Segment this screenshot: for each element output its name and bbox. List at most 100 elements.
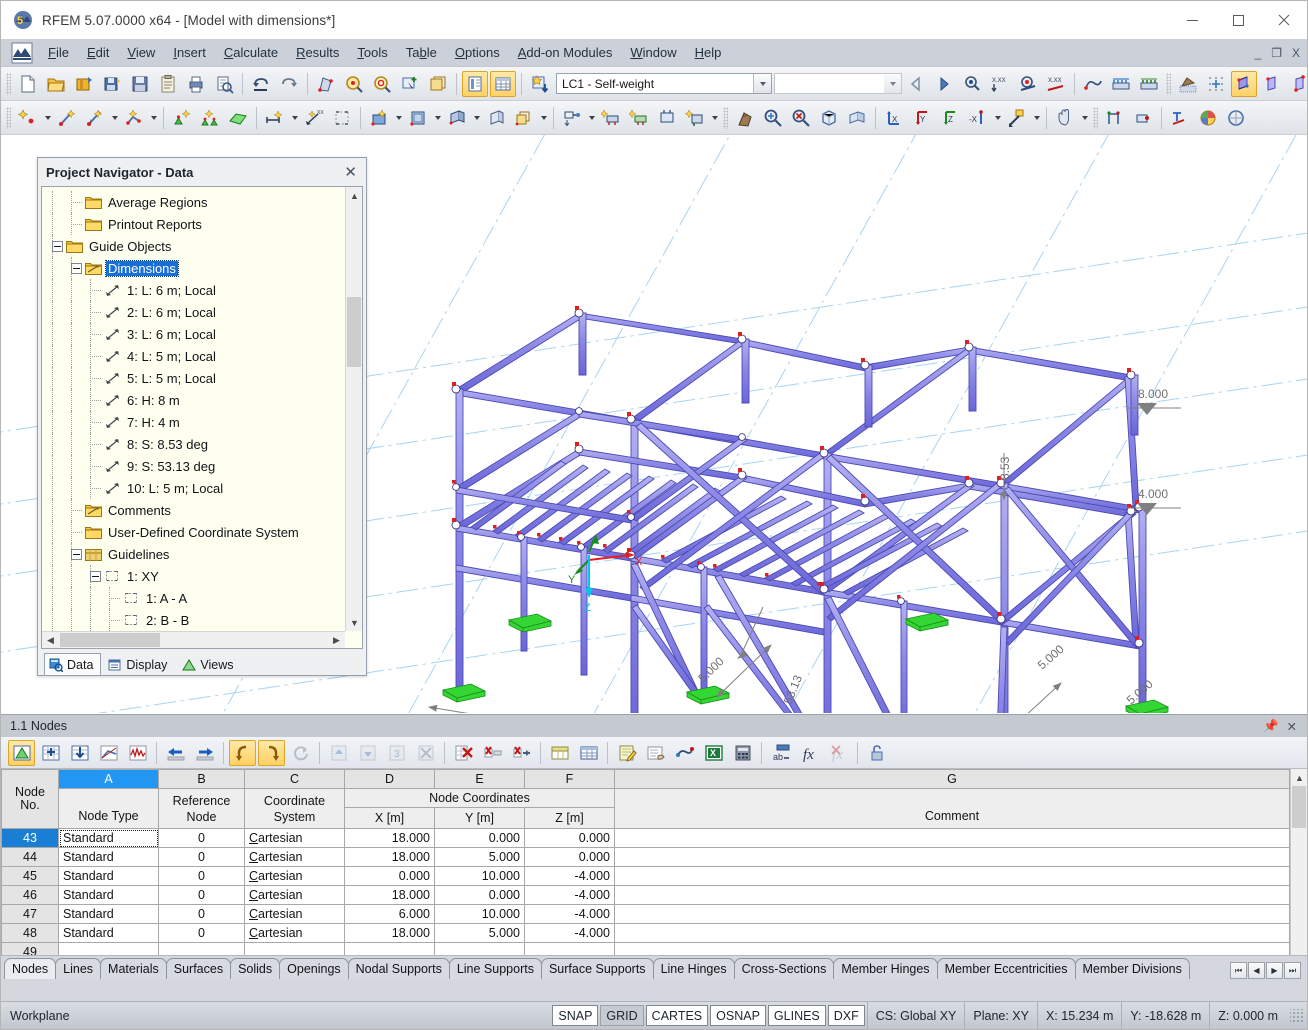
table-tab-line-hinges[interactable]: Line Hinges	[652, 958, 735, 979]
column-header-c[interactable]: C	[244, 769, 345, 789]
grid-points-icon[interactable]	[1203, 71, 1229, 97]
cell-y[interactable]: 10.000	[434, 904, 525, 924]
collapse-icon[interactable]	[90, 570, 101, 582]
cell-node-type[interactable]: Standard	[58, 847, 159, 867]
text-format-icon[interactable]: ab	[767, 740, 794, 766]
navigator-tree-item[interactable]: 10: L: 5 m; Local	[42, 477, 345, 499]
table-diagram-icon[interactable]	[124, 740, 151, 766]
new-dimension-icon[interactable]	[262, 105, 288, 131]
table-chart-icon[interactable]	[95, 740, 122, 766]
plane-tool-icon[interactable]	[1167, 105, 1193, 131]
table-tab-member-eccentricities[interactable]: Member Eccentricities	[936, 958, 1076, 979]
status-toggles[interactable]: SNAP GRID CARTES OSNAP GLINES DXF	[552, 1005, 866, 1026]
mdi-restore-button[interactable]: ❐	[1271, 47, 1282, 59]
chevron-down-icon[interactable]	[432, 105, 443, 131]
print-icon[interactable]	[183, 71, 209, 97]
vertical-scroll-thumb[interactable]	[347, 297, 361, 367]
delete-right-icon[interactable]	[508, 740, 535, 766]
table-tab-member-divisions[interactable]: Member Divisions	[1074, 958, 1190, 979]
previous-tab-icon[interactable]: ◀	[1248, 962, 1265, 979]
new-surface-load-icon[interactable]	[626, 105, 652, 131]
export-excel-icon[interactable]: X	[700, 740, 727, 766]
navigator-tree-item[interactable]: Average Regions	[42, 191, 345, 213]
new-support-icon[interactable]	[169, 105, 195, 131]
table-vertical-scrollbar[interactable]: ▲	[1290, 769, 1307, 955]
menu-item-help[interactable]: Help	[686, 42, 731, 63]
table-tab-cross-sections[interactable]: Cross-Sections	[733, 958, 835, 979]
cell-node-no[interactable]: 48	[1, 923, 59, 943]
cell-z[interactable]: -4.000	[524, 904, 615, 924]
pin-icon[interactable]: 📌	[1263, 719, 1279, 734]
minimize-button[interactable]	[1169, 1, 1215, 39]
view-result-icon[interactable]	[1015, 71, 1041, 97]
numeric-display-icon[interactable]: X.XX	[987, 71, 1013, 97]
navigator-tree-item[interactable]: 2: B - B	[42, 609, 345, 631]
table-row[interactable]: 46 Standard 0 Cartesian 18.000 0.000 -4.000	[1, 885, 1290, 905]
cell-reference-node[interactable]: 0	[158, 885, 245, 905]
navigator-tree-item[interactable]: 1: L: 6 m; Local	[42, 279, 345, 301]
save-all-icon[interactable]	[127, 71, 153, 97]
refresh-table-icon[interactable]	[287, 740, 314, 766]
menu-item-calculate[interactable]: Calculate	[215, 42, 287, 63]
isometric-view-icon[interactable]	[816, 105, 842, 131]
load-case-combo[interactable]: LC1 - Self-weight	[556, 73, 772, 94]
chevron-down-icon[interactable]	[42, 105, 53, 131]
navigator-tree-item[interactable]: 1: A - A	[42, 587, 345, 609]
show-navigator-icon[interactable]	[462, 70, 488, 97]
maximize-button[interactable]	[1215, 1, 1261, 39]
cell-coordinate-system[interactable]: Cartesian	[244, 923, 345, 943]
navigator-tree-item[interactable]: User-Defined Coordinate System	[42, 521, 345, 543]
cell-z[interactable]	[524, 942, 615, 955]
cell-x[interactable]: 18.000	[344, 885, 435, 905]
scroll-up-icon[interactable]: ▲	[1291, 769, 1307, 786]
new-line-icon[interactable]	[54, 105, 80, 131]
table-tab-nodes[interactable]: Nodes	[4, 958, 57, 979]
column-header-b[interactable]: B	[158, 769, 245, 789]
mdi-close-button[interactable]: X	[1292, 47, 1300, 59]
navigator-tree-item[interactable]: Printout Reports	[42, 213, 345, 235]
save-model-icon[interactable]	[99, 71, 125, 97]
load-table-2-icon[interactable]	[1136, 71, 1162, 97]
edit-table-icon[interactable]	[8, 739, 35, 766]
cell-x[interactable]: 6.000	[344, 904, 435, 924]
cell-coordinate-system[interactable]: Cartesian	[244, 847, 345, 867]
cell-comment[interactable]	[614, 866, 1290, 886]
cell-comment[interactable]	[614, 828, 1290, 848]
formula-icon[interactable]: fx	[796, 740, 823, 766]
unlock-table-icon[interactable]	[863, 740, 890, 766]
print-preview-icon[interactable]	[211, 71, 237, 97]
clear-formula-icon[interactable]: fx	[825, 740, 852, 766]
scroll-right-icon[interactable]: ▶	[328, 632, 345, 648]
cell-node-type[interactable]: Standard	[58, 904, 159, 924]
last-tab-icon[interactable]: ⏭	[1284, 962, 1301, 979]
table-tab-surface-supports[interactable]: Surface Supports	[540, 958, 654, 979]
chevron-down-icon[interactable]	[586, 105, 597, 131]
menu-item-insert[interactable]: Insert	[164, 42, 215, 63]
cell-node-no[interactable]: 46	[1, 885, 59, 905]
menu-item-window[interactable]: Window	[621, 42, 685, 63]
navigator-tree-item[interactable]: 1: XY	[42, 565, 345, 587]
view-info-icon[interactable]	[642, 740, 669, 766]
cell-comment[interactable]	[614, 942, 1290, 955]
view-in-z-icon[interactable]: Z	[937, 105, 963, 131]
navigator-tree-item[interactable]: Dimensions	[42, 257, 345, 279]
table-tab-materials[interactable]: Materials	[100, 958, 167, 979]
edit-comment-icon[interactable]	[613, 740, 640, 766]
nodes-grid[interactable]: Node No. A B C D E F G Node Type Reference Node Coor…	[1, 769, 1290, 955]
cell-node-type[interactable]	[58, 942, 159, 955]
pan-view-icon[interactable]	[1052, 105, 1078, 131]
chevron-down-icon[interactable]	[471, 105, 482, 131]
toolbar-grip[interactable]	[6, 106, 11, 129]
previous-table-icon[interactable]	[162, 740, 189, 766]
table-row[interactable]: 47 Standard 0 Cartesian 6.000 10.000 -4.000	[1, 904, 1290, 924]
next-tab-icon[interactable]: ▶	[1266, 962, 1283, 979]
chevron-down-icon[interactable]	[538, 105, 549, 131]
cell-node-type[interactable]: Standard	[58, 923, 159, 943]
cell-y[interactable]: 10.000	[434, 866, 525, 886]
table-row[interactable]: 49	[1, 942, 1290, 955]
zoom-detail-icon[interactable]	[341, 71, 367, 97]
load-wizard-icon[interactable]	[527, 71, 553, 97]
view-point-icon[interactable]	[959, 71, 985, 97]
measure-icon[interactable]	[1102, 105, 1128, 131]
new-polyline-icon[interactable]	[121, 105, 147, 131]
